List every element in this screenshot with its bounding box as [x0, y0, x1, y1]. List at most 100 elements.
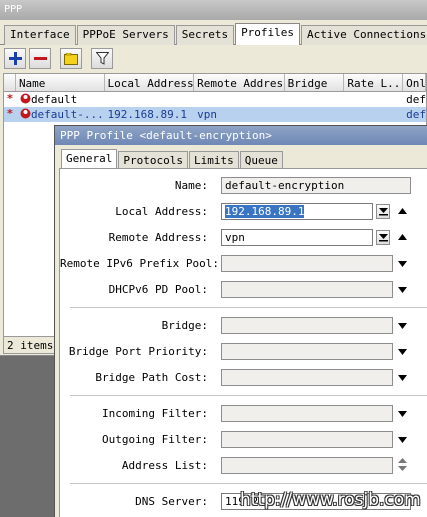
- cell-rate-limit: [344, 107, 403, 122]
- local-address-dropdown[interactable]: [376, 204, 390, 219]
- ppp-profile-dialog: PPP Profile <default-encryption> General…: [54, 125, 427, 517]
- dhcpv6-pd-pool-label: DHCPv6 PD Pool:: [108, 283, 208, 296]
- address-list-label: Address List:: [121, 459, 208, 472]
- add-button[interactable]: [4, 48, 26, 69]
- filter-button[interactable]: [91, 48, 113, 69]
- arrow-up-icon: [397, 234, 407, 240]
- cell-local-address: [105, 92, 195, 107]
- name-field[interactable]: default-encryption: [221, 177, 411, 194]
- tab-pppoe-servers[interactable]: PPPoE Servers: [76, 25, 175, 45]
- up-down-arrow-icon: [397, 457, 407, 471]
- incoming-filter-label: Incoming Filter:: [102, 407, 208, 420]
- dns-server-label: DNS Server:: [135, 495, 208, 508]
- cell-rate-limit: [344, 92, 403, 107]
- bridge-port-priority-label: Bridge Port Priority:: [68, 345, 208, 358]
- general-panel: Name: default-encryption Local Address: …: [59, 168, 427, 517]
- local-address-field[interactable]: 192.168.89.1: [221, 203, 373, 220]
- local-address-collapse[interactable]: [396, 205, 408, 217]
- cell-name: default-...: [16, 107, 105, 122]
- address-list-spin[interactable]: [396, 457, 408, 471]
- remote-ipv6-prefix-pool-field[interactable]: [221, 255, 393, 272]
- dropdown-icon: [378, 234, 388, 242]
- cell-name: default: [16, 92, 105, 107]
- bridge-expand[interactable]: [396, 320, 408, 332]
- watermark: http://www.rosjb.com: [240, 490, 421, 510]
- cell-local-address: 192.168.89.1: [107, 108, 187, 121]
- profile-name: default: [30, 93, 78, 106]
- item-count: 2 items: [3, 336, 55, 354]
- column-bridge[interactable]: Bridge: [285, 74, 345, 91]
- cell-remote-address: [194, 92, 285, 107]
- outgoing-filter-label: Outgoing Filter:: [102, 433, 208, 446]
- arrow-down-icon: [397, 437, 407, 443]
- bridge-path-cost-label: Bridge Path Cost:: [95, 371, 208, 384]
- arrow-down-icon: [397, 411, 407, 417]
- tab-limits[interactable]: Limits: [188, 151, 239, 169]
- cell-flag: *: [6, 92, 14, 105]
- incoming-filter-expand[interactable]: [396, 408, 408, 420]
- table-row[interactable]: * default-... 192.168.89.1 vpn def: [4, 107, 426, 122]
- tab-bar: Interface PPPoE Servers Secrets Profiles…: [4, 23, 427, 45]
- tab-queue[interactable]: Queue: [239, 151, 283, 169]
- remote-address-dropdown[interactable]: [376, 230, 390, 245]
- cell-flag: *: [6, 107, 14, 120]
- incoming-filter-field[interactable]: [221, 405, 393, 422]
- bridge-port-priority-field[interactable]: [221, 343, 393, 360]
- name-label: Name:: [174, 179, 208, 192]
- dhcpv6-pd-pool-expand[interactable]: [396, 284, 408, 296]
- arrow-down-icon: [397, 375, 407, 381]
- column-only-one[interactable]: Only: [403, 74, 426, 91]
- separator: [70, 307, 427, 308]
- minus-icon: [33, 57, 47, 60]
- dhcpv6-pd-pool-field[interactable]: [221, 281, 393, 298]
- column-local-address[interactable]: Local Address: [105, 74, 195, 91]
- separator: [70, 395, 427, 396]
- bridge-path-cost-field[interactable]: [221, 369, 393, 386]
- address-list-field[interactable]: [221, 457, 393, 474]
- separator: [70, 483, 427, 484]
- profile-name: default-...: [30, 108, 104, 121]
- remote-ipv6-prefix-pool-expand[interactable]: [396, 258, 408, 270]
- tab-secrets[interactable]: Secrets: [175, 25, 235, 45]
- comment-icon: [64, 52, 78, 65]
- plus-icon: [8, 52, 22, 65]
- remote-address-field[interactable]: vpn: [221, 229, 373, 246]
- outgoing-filter-expand[interactable]: [396, 434, 408, 446]
- remove-button[interactable]: [29, 48, 51, 69]
- dialog-title[interactable]: PPP Profile <default-encryption>: [55, 126, 427, 145]
- tab-profiles[interactable]: Profiles: [235, 23, 301, 45]
- arrow-up-icon: [397, 208, 407, 214]
- cell-only-one: def: [406, 108, 426, 121]
- comment-button[interactable]: [60, 48, 82, 69]
- column-remote-address[interactable]: Remote Address: [194, 74, 285, 91]
- remote-address-collapse[interactable]: [396, 231, 408, 243]
- toolbar: [4, 48, 113, 70]
- profile-icon: [20, 108, 31, 119]
- table-header: Name Local Address Remote Address Bridge…: [4, 74, 426, 92]
- arrow-down-icon: [397, 349, 407, 355]
- remote-address-label: Remote Address:: [108, 231, 208, 244]
- local-address-value: 192.168.89.1: [225, 205, 305, 218]
- tab-interface[interactable]: Interface: [4, 25, 76, 45]
- cell-bridge: [285, 92, 345, 107]
- cell-remote-address: vpn: [197, 108, 217, 121]
- remote-ipv6-prefix-pool-label: Remote IPv6 Prefix Pool:: [60, 257, 219, 270]
- column-name[interactable]: Name: [16, 74, 105, 91]
- bridge-field[interactable]: [221, 317, 393, 334]
- column-flag: [4, 74, 16, 91]
- arrow-down-icon: [397, 323, 407, 329]
- arrow-down-icon: [397, 287, 407, 293]
- bridge-port-priority-expand[interactable]: [396, 346, 408, 358]
- bridge-path-cost-expand[interactable]: [396, 372, 408, 384]
- arrow-down-icon: [397, 261, 407, 267]
- tab-protocols[interactable]: Protocols: [118, 151, 188, 169]
- tab-active-connections[interactable]: Active Connections: [301, 25, 427, 45]
- cell-bridge: [285, 107, 345, 122]
- tab-general[interactable]: General: [61, 149, 118, 169]
- filter-icon: [95, 52, 109, 65]
- dialog-tab-bar: General Protocols Limits Queue: [61, 149, 284, 169]
- profile-icon: [20, 93, 31, 104]
- column-rate-limit[interactable]: Rate L...: [344, 74, 404, 91]
- table-row[interactable]: * default def: [4, 92, 426, 107]
- outgoing-filter-field[interactable]: [221, 431, 393, 448]
